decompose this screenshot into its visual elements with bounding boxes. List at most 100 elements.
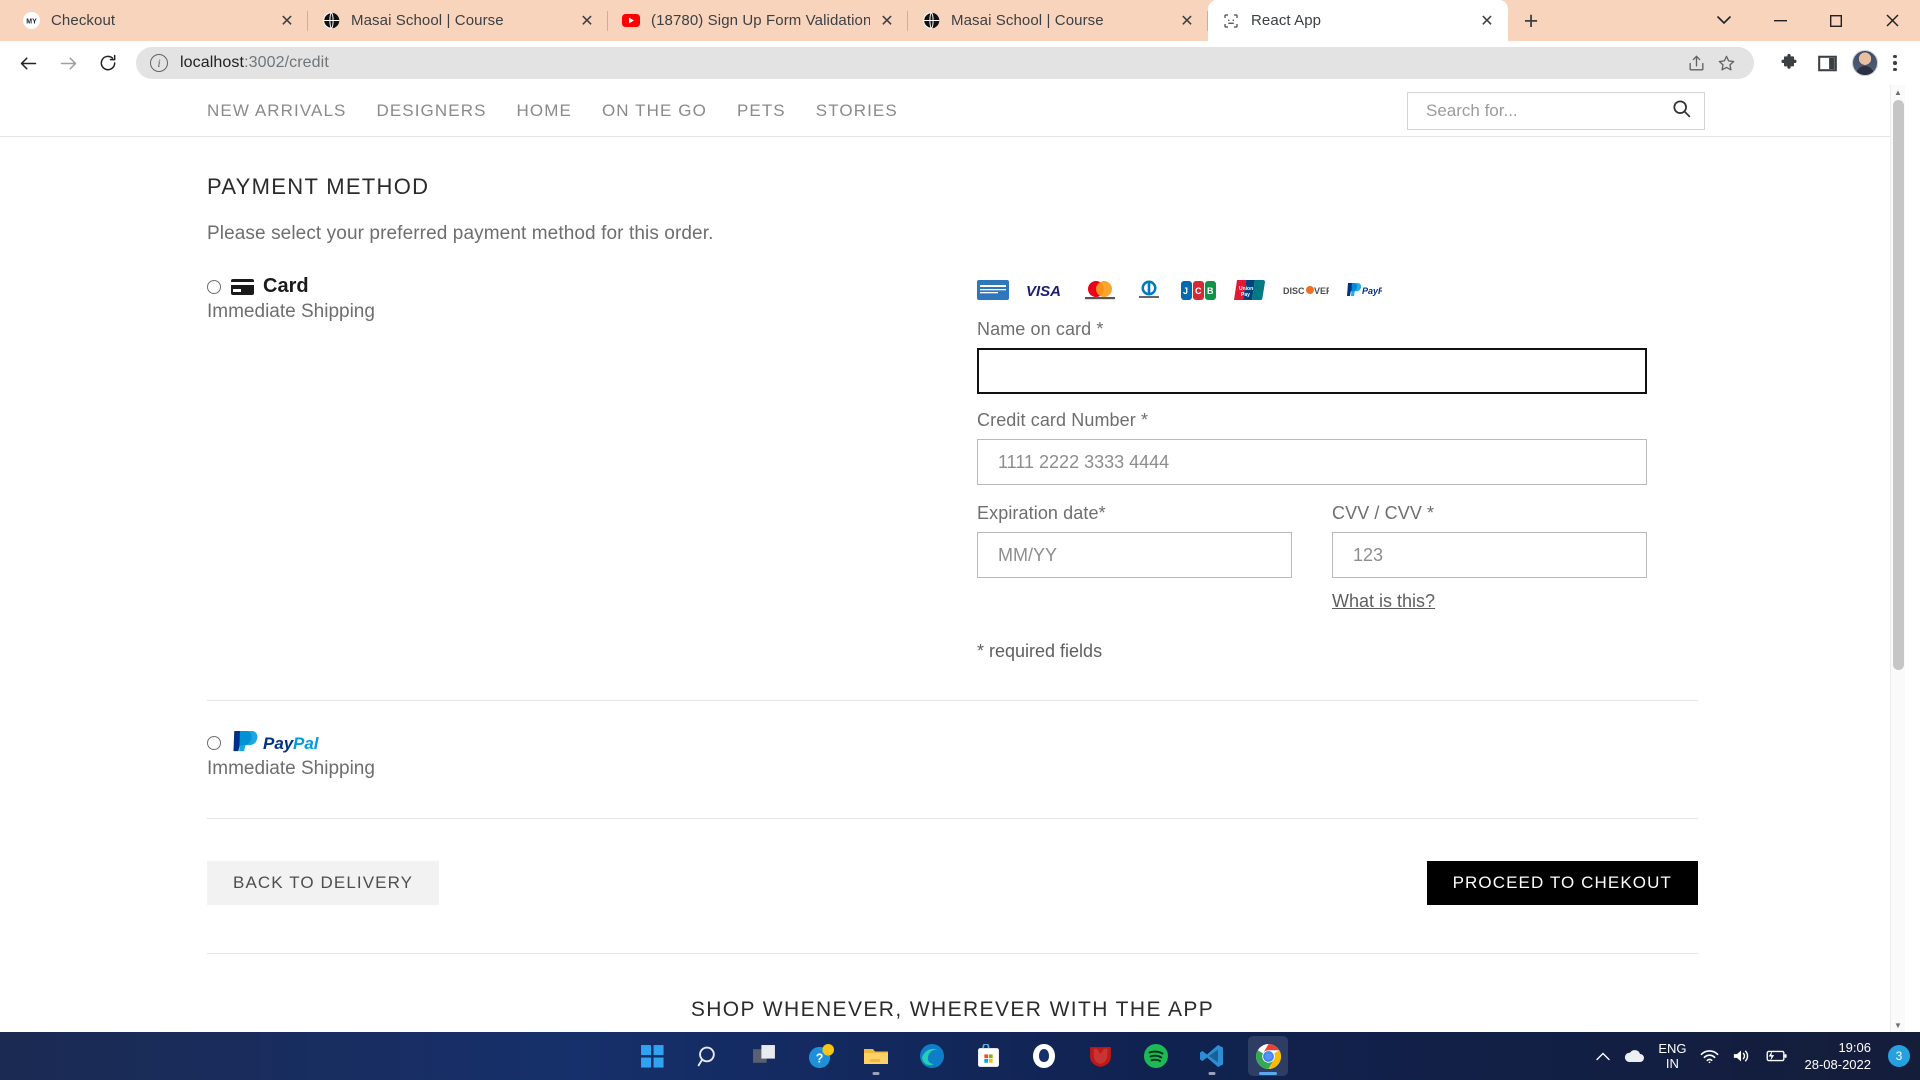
nav-item-on-the-go[interactable]: ON THE GO <box>602 101 707 121</box>
minimize-button[interactable] <box>1752 0 1808 41</box>
maximize-button[interactable] <box>1808 0 1864 41</box>
back-button[interactable] <box>10 45 46 81</box>
app-running-indicator <box>1209 1072 1216 1075</box>
toolbar-right-icons <box>1762 46 1910 80</box>
search-input[interactable] <box>1426 101 1671 121</box>
discover-icon: DISCVER <box>1283 281 1329 300</box>
arc-icon[interactable] <box>1024 1036 1064 1076</box>
card-form-column: VISA JCB Union <box>952 275 1698 662</box>
address-bar[interactable]: i localhost:3002/credit <box>136 47 1754 79</box>
name-on-card-field: Name on card * <box>977 319 1698 394</box>
nav-item-new-arrivals[interactable]: NEW ARRIVALS <box>207 101 346 121</box>
browser-window: MY Checkout ✕ Masai School | Course ✕ (1… <box>0 0 1920 1080</box>
new-tab-button[interactable]: + <box>1514 4 1548 38</box>
vscode-icon[interactable] <box>1192 1036 1232 1076</box>
close-icon[interactable]: ✕ <box>576 10 598 32</box>
browser-tab-checkout[interactable]: MY Checkout ✕ <box>8 0 308 41</box>
paypal-logo-icon: Pay Pal <box>231 731 327 755</box>
paypal-radio-row[interactable]: Pay Pal <box>207 731 1698 755</box>
wifi-icon[interactable] <box>1700 1049 1719 1064</box>
forward-button[interactable] <box>50 45 86 81</box>
page-subtitle: Please select your preferred payment met… <box>207 223 1698 245</box>
clock[interactable]: 19:06 28-08-2022 <box>1805 1039 1872 1073</box>
close-window-button[interactable] <box>1864 0 1920 41</box>
browser-tab-masai-2[interactable]: Masai School | Course ✕ <box>908 0 1208 41</box>
credit-card-number-label: Credit card Number * <box>977 410 1698 431</box>
close-icon[interactable]: ✕ <box>276 10 298 32</box>
reload-button[interactable] <box>90 45 126 81</box>
scroll-up-arrow[interactable]: ▲ <box>1891 85 1905 100</box>
browser-tab-youtube[interactable]: (18780) Sign Up Form Validation ✕ <box>608 0 908 41</box>
what-is-this-link[interactable]: What is this? <box>1332 591 1435 612</box>
site-search[interactable] <box>1407 92 1705 130</box>
search-icon[interactable] <box>1671 98 1692 124</box>
site-info-icon[interactable]: i <box>150 54 168 72</box>
nav-item-stories[interactable]: STORIES <box>816 101 898 121</box>
window-controls <box>1696 0 1920 41</box>
close-icon[interactable]: ✕ <box>876 10 898 32</box>
app-running-indicator <box>873 1072 880 1075</box>
volume-icon[interactable] <box>1732 1048 1751 1064</box>
profile-avatar[interactable] <box>1852 50 1878 76</box>
file-explorer-icon[interactable] <box>856 1036 896 1076</box>
page-scrollbar[interactable]: ▲ ▼ <box>1890 85 1905 1033</box>
menu-kebab-icon[interactable] <box>1880 46 1910 80</box>
close-icon[interactable]: ✕ <box>1176 10 1198 32</box>
scroll-down-arrow[interactable]: ▼ <box>1891 1018 1905 1033</box>
svg-text:Pay: Pay <box>1241 292 1250 298</box>
language-indicator[interactable]: ENG IN <box>1658 1041 1686 1071</box>
nav-item-home[interactable]: HOME <box>517 101 572 121</box>
unionpay-icon: UnionPay <box>1234 281 1266 300</box>
expiration-date-input[interactable] <box>977 532 1292 578</box>
globe-favicon <box>322 12 340 30</box>
extensions-puzzle-icon[interactable] <box>1772 46 1806 80</box>
page-viewport: NEW ARRIVALS DESIGNERS HOME ON THE GO PE… <box>0 85 1920 1033</box>
name-on-card-input[interactable] <box>977 348 1647 394</box>
spotify-icon[interactable] <box>1136 1036 1176 1076</box>
card-radio-row[interactable]: Card <box>207 275 952 298</box>
browser-tab-masai-1[interactable]: Masai School | Course ✕ <box>308 0 608 41</box>
nav-item-designers[interactable]: DESIGNERS <box>376 101 486 121</box>
edge-icon[interactable] <box>912 1036 952 1076</box>
battery-charging-icon[interactable] <box>1764 1049 1788 1063</box>
bookmark-star-icon[interactable] <box>1712 49 1740 77</box>
side-panel-icon[interactable] <box>1810 46 1844 80</box>
onedrive-icon[interactable] <box>1623 1049 1645 1063</box>
amex-icon <box>977 281 1009 300</box>
chrome-icon[interactable] <box>1248 1036 1288 1076</box>
back-to-delivery-button[interactable]: BACK TO DELIVERY <box>207 861 439 905</box>
help-icon[interactable]: ? <box>800 1036 840 1076</box>
scrollbar-thumb[interactable] <box>1893 100 1904 670</box>
paypal-radio-button[interactable] <box>207 736 221 750</box>
tab-title: Masai School | Course <box>351 12 570 29</box>
section-divider-1 <box>207 700 1698 701</box>
youtube-favicon <box>622 12 640 30</box>
language-secondary: IN <box>1666 1056 1679 1071</box>
card-option-column: Card Immediate Shipping <box>207 275 952 662</box>
task-view-icon[interactable] <box>744 1036 784 1076</box>
name-on-card-label: Name on card * <box>977 319 1698 340</box>
mcafee-icon[interactable] <box>1080 1036 1120 1076</box>
close-icon[interactable]: ✕ <box>1476 10 1498 32</box>
browser-tab-react-app[interactable]: React App ✕ <box>1208 0 1508 41</box>
microsoft-store-icon[interactable] <box>968 1036 1008 1076</box>
react-favicon <box>1222 12 1240 30</box>
search-icon[interactable] <box>688 1036 728 1076</box>
card-radio-button[interactable] <box>207 280 221 294</box>
share-icon[interactable] <box>1682 49 1710 77</box>
svg-text:B: B <box>1207 286 1214 296</box>
accepted-card-brands: VISA JCB Union <box>977 275 1698 305</box>
cvv-input[interactable] <box>1332 532 1647 578</box>
visa-icon: VISA <box>1026 281 1066 300</box>
notification-badge[interactable]: 3 <box>1888 1045 1910 1067</box>
credit-card-number-input[interactable] <box>977 439 1647 485</box>
start-windows-icon[interactable] <box>632 1036 672 1076</box>
proceed-to-checkout-button[interactable]: PROCEED TO CHEKOUT <box>1427 861 1698 905</box>
card-option-label: Card <box>231 275 309 298</box>
system-tray: ENG IN 19:06 28-08-2022 3 <box>1596 1032 1910 1080</box>
tab-search-chevron-icon[interactable] <box>1696 0 1752 41</box>
nav-item-pets[interactable]: PETS <box>737 101 786 121</box>
chevron-up-icon[interactable] <box>1596 1052 1610 1061</box>
site-nav-links: NEW ARRIVALS DESIGNERS HOME ON THE GO PE… <box>207 101 898 121</box>
svg-text:Pal: Pal <box>293 734 320 753</box>
